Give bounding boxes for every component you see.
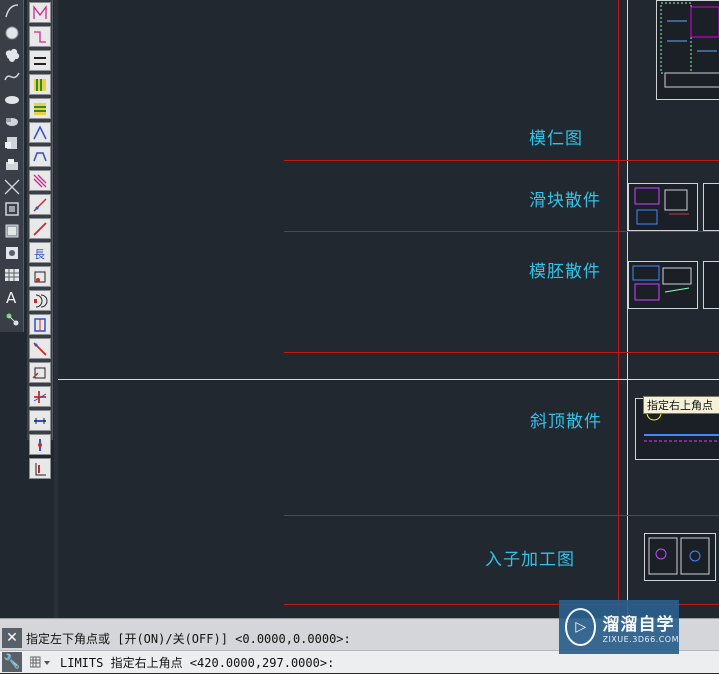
quick-dimension-icon[interactable] <box>28 194 51 215</box>
inspection-icon[interactable] <box>28 362 51 383</box>
row-divider <box>284 515 719 516</box>
add-point-icon[interactable] <box>1 309 23 329</box>
drawing-thumbnail-slider-2[interactable] <box>703 183 719 231</box>
dimension-toolbar: 長 <box>27 0 53 479</box>
spline-icon[interactable] <box>1 67 23 87</box>
dimension-space-icon[interactable] <box>28 266 51 287</box>
drawing-thumbnail-insert[interactable] <box>644 533 716 581</box>
dimension-jogged-icon[interactable] <box>28 122 51 143</box>
draw-toolbar: A <box>0 0 24 332</box>
dimension-break-icon[interactable] <box>28 290 51 311</box>
svg-text:A: A <box>6 289 17 306</box>
dimension-update-icon[interactable] <box>28 458 51 479</box>
row-divider <box>284 352 719 353</box>
center-mark-icon[interactable] <box>28 338 51 359</box>
make-block-icon[interactable] <box>1 155 23 175</box>
ellipse-arc-icon[interactable] <box>1 111 23 131</box>
label-mold-core: 模仁图 <box>529 129 583 149</box>
drawing-thumbnail-slider-1[interactable] <box>628 183 698 231</box>
watermark-url: ZIXUE.3D66.COM <box>602 635 679 644</box>
command-prompt-text: LIMITS 指定右上角点 <420.0000,297.0000>: <box>60 656 335 670</box>
drawing-thumbnail-mold-core[interactable] <box>656 0 719 100</box>
gradient-icon[interactable] <box>1 265 23 285</box>
baseline-dimension-icon[interactable] <box>28 218 51 239</box>
frame-horizontal-white <box>58 379 719 380</box>
watermark-title: 溜溜自学 <box>602 615 675 635</box>
continue-dimension-icon[interactable]: 長 <box>28 242 51 263</box>
multiline-text-icon[interactable]: A <box>1 287 23 307</box>
dimension-text-edit-icon[interactable] <box>28 434 51 455</box>
label-mold-base-parts: 模胚散件 <box>529 262 601 282</box>
command-line-grip[interactable] <box>2 619 22 632</box>
cursor-tooltip: 指定右上角点 <box>643 396 719 414</box>
svg-text:長: 長 <box>34 248 45 261</box>
dimension-arc-icon[interactable] <box>28 50 51 71</box>
recent-commands-icon[interactable] <box>29 655 52 669</box>
drawing-canvas[interactable]: 模仁图 滑块散件 模胚散件 斜顶散件 入子加工图 <box>58 0 719 618</box>
dimension-radius-icon[interactable] <box>28 98 51 119</box>
tolerance-icon[interactable] <box>28 314 51 335</box>
row-divider <box>284 160 719 161</box>
insert-block-icon[interactable] <box>1 133 23 153</box>
polyline-icon[interactable] <box>1 1 23 21</box>
watermark: ▷ 溜溜自学 ZIXUE.3D66.COM <box>559 600 679 654</box>
dimension-angular-icon[interactable] <box>28 170 51 191</box>
dimension-aligned-icon[interactable] <box>28 26 51 47</box>
close-icon[interactable]: ✕ <box>2 628 22 648</box>
frame-vertical-red <box>618 0 619 618</box>
construction-line-icon[interactable] <box>1 177 23 197</box>
jogged-linear-icon[interactable] <box>28 386 51 407</box>
label-insert-machining: 入子加工图 <box>485 550 575 570</box>
frame-vertical-white <box>627 0 628 618</box>
label-lifter-parts: 斜顶散件 <box>530 412 602 432</box>
customize-wrench-icon[interactable]: 🔧 <box>2 652 22 672</box>
dimension-linear-icon[interactable] <box>28 2 51 23</box>
circle-icon[interactable] <box>1 23 23 43</box>
region-icon[interactable] <box>1 199 23 219</box>
drawing-thumbnail-base-2[interactable] <box>703 261 719 309</box>
revision-cloud-icon[interactable] <box>1 45 23 65</box>
drawing-thumbnail-base-1[interactable] <box>628 261 698 309</box>
dimension-ordinate-icon[interactable] <box>28 74 51 95</box>
play-logo-icon: ▷ <box>565 608 597 646</box>
ellipse-icon[interactable] <box>1 89 23 109</box>
table-icon[interactable] <box>1 221 23 241</box>
command-history-text: 指定左下角点或 [开(ON)/关(OFF)] <0.0000,0.0000>: <box>26 632 351 646</box>
dimension-diameter-icon[interactable] <box>28 146 51 167</box>
dimension-edit-icon[interactable] <box>28 410 51 431</box>
label-slider-parts: 滑块散件 <box>529 191 601 211</box>
hatch-icon[interactable] <box>1 243 23 263</box>
